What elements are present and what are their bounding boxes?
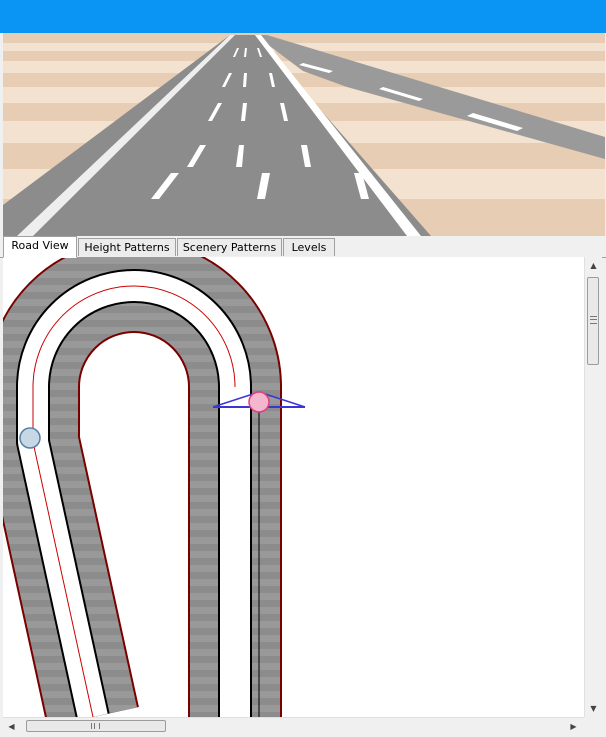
start-node-marker bbox=[19, 427, 41, 449]
scroll-up-icon[interactable]: ▲ bbox=[585, 257, 602, 274]
road-3d-preview bbox=[3, 33, 605, 236]
tab-bar: Road View Height Patterns Scenery Patter… bbox=[0, 236, 606, 258]
selected-node-marker bbox=[248, 391, 270, 413]
tab-road-view[interactable]: Road View bbox=[3, 236, 77, 258]
tab-levels[interactable]: Levels bbox=[283, 238, 335, 256]
scrollbar-corner bbox=[584, 717, 602, 734]
vertical-scrollbar[interactable]: ▲ ▼ bbox=[584, 257, 602, 717]
grip-icon bbox=[91, 723, 100, 729]
vertical-scroll-thumb[interactable] bbox=[587, 277, 599, 365]
tab-scenery-patterns[interactable]: Scenery Patterns bbox=[177, 238, 282, 256]
horizontal-scroll-thumb[interactable] bbox=[26, 720, 166, 732]
road-track bbox=[3, 257, 282, 717]
scroll-down-icon[interactable]: ▼ bbox=[585, 700, 602, 717]
grip-icon bbox=[590, 316, 597, 324]
scroll-right-icon[interactable]: ▶ bbox=[565, 718, 582, 735]
scroll-left-icon[interactable]: ◀ bbox=[3, 718, 20, 735]
road-editor-canvas[interactable] bbox=[3, 257, 584, 717]
tab-height-patterns[interactable]: Height Patterns bbox=[78, 238, 176, 256]
horizontal-scrollbar[interactable]: ◀ ▶ bbox=[3, 717, 584, 735]
title-bar bbox=[0, 0, 606, 33]
